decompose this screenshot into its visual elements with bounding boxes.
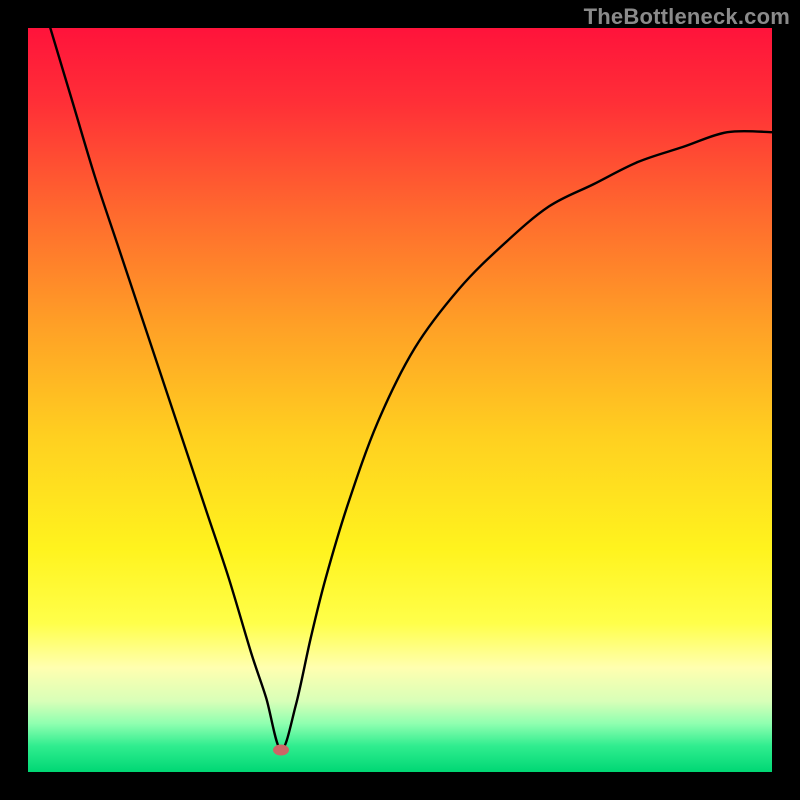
plot-area [28,28,772,772]
watermark-text: TheBottleneck.com [584,4,790,30]
bottleneck-curve [28,28,772,772]
chart-frame: TheBottleneck.com [0,0,800,800]
optimal-point-marker [273,744,289,755]
